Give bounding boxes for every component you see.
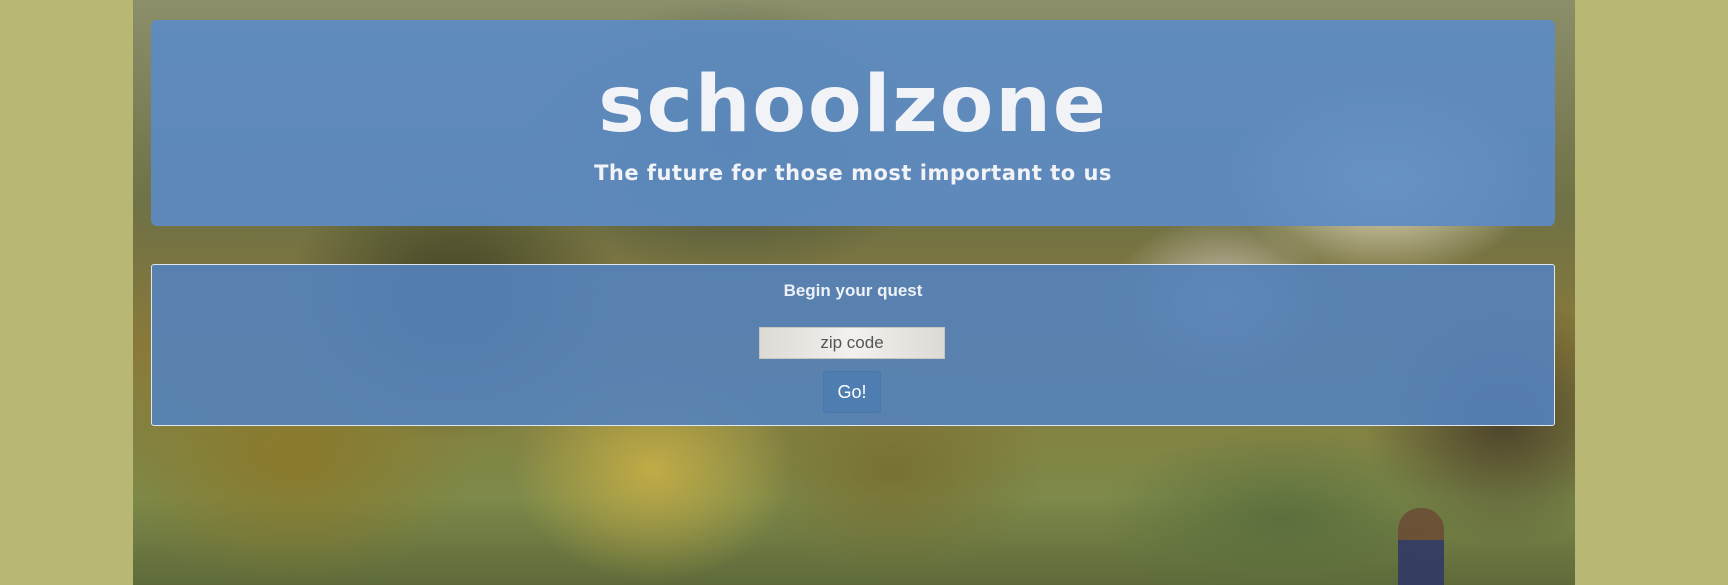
quest-panel: Begin your quest Go! <box>151 264 1555 426</box>
go-button[interactable]: Go! <box>823 371 881 413</box>
quest-heading: Begin your quest <box>783 281 923 300</box>
zip-code-input[interactable] <box>759 327 945 359</box>
page-container: schoolzone The future for those most imp… <box>133 0 1575 585</box>
hero-banner: schoolzone The future for those most imp… <box>151 20 1555 226</box>
background-person <box>1398 508 1444 585</box>
site-title: schoolzone <box>598 60 1108 150</box>
site-tagline: The future for those most important to u… <box>594 161 1112 185</box>
